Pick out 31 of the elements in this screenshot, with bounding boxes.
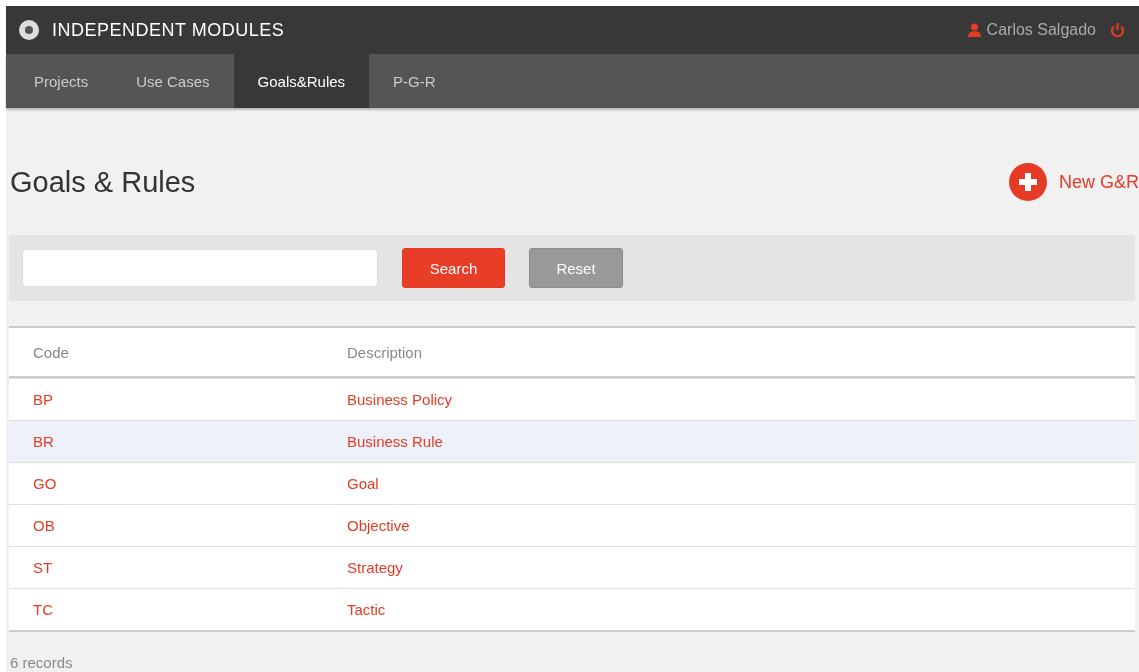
user-name[interactable]: Carlos Salgado — [986, 21, 1096, 39]
search-field[interactable] — [22, 249, 378, 287]
code-link[interactable]: GO — [9, 475, 57, 492]
description-link[interactable]: Strategy — [323, 559, 403, 576]
description-link[interactable]: Tactic — [323, 601, 386, 618]
description-link[interactable]: Objective — [323, 517, 410, 534]
code-link[interactable]: BR — [9, 433, 54, 450]
nav-tab[interactable]: P-G-R — [369, 54, 460, 108]
power-icon[interactable] — [1110, 22, 1125, 38]
reset-button[interactable]: Reset — [529, 248, 623, 288]
page-title: Goals & Rules — [10, 165, 196, 199]
description-link[interactable]: Goal — [323, 475, 379, 492]
user-icon — [967, 23, 981, 37]
nav-tab[interactable]: Goals&Rules — [233, 54, 370, 108]
search-button[interactable]: Search — [402, 248, 505, 288]
nav-tab[interactable]: Use Cases — [112, 54, 234, 108]
new-link[interactable]: New G&R — [1009, 163, 1139, 201]
code-link[interactable]: OB — [9, 517, 55, 534]
logo-icon — [18, 19, 40, 41]
description-link[interactable]: Business Policy — [323, 391, 453, 408]
column-header: Description — [346, 343, 424, 361]
column-header: Code — [32, 343, 70, 361]
description-link[interactable]: Business Rule — [323, 433, 443, 450]
nav-tab[interactable]: Projects — [6, 54, 113, 108]
code-link[interactable]: ST — [9, 559, 53, 576]
code-link[interactable]: BP — [9, 391, 53, 408]
table-row[interactable]: BR Business Rule — [9, 420, 1135, 462]
code-link[interactable]: TC — [9, 601, 53, 618]
plus-icon — [1009, 163, 1047, 201]
app-title: INDEPENDENT MODULES — [52, 19, 286, 41]
record-count: 6 records — [10, 654, 74, 671]
